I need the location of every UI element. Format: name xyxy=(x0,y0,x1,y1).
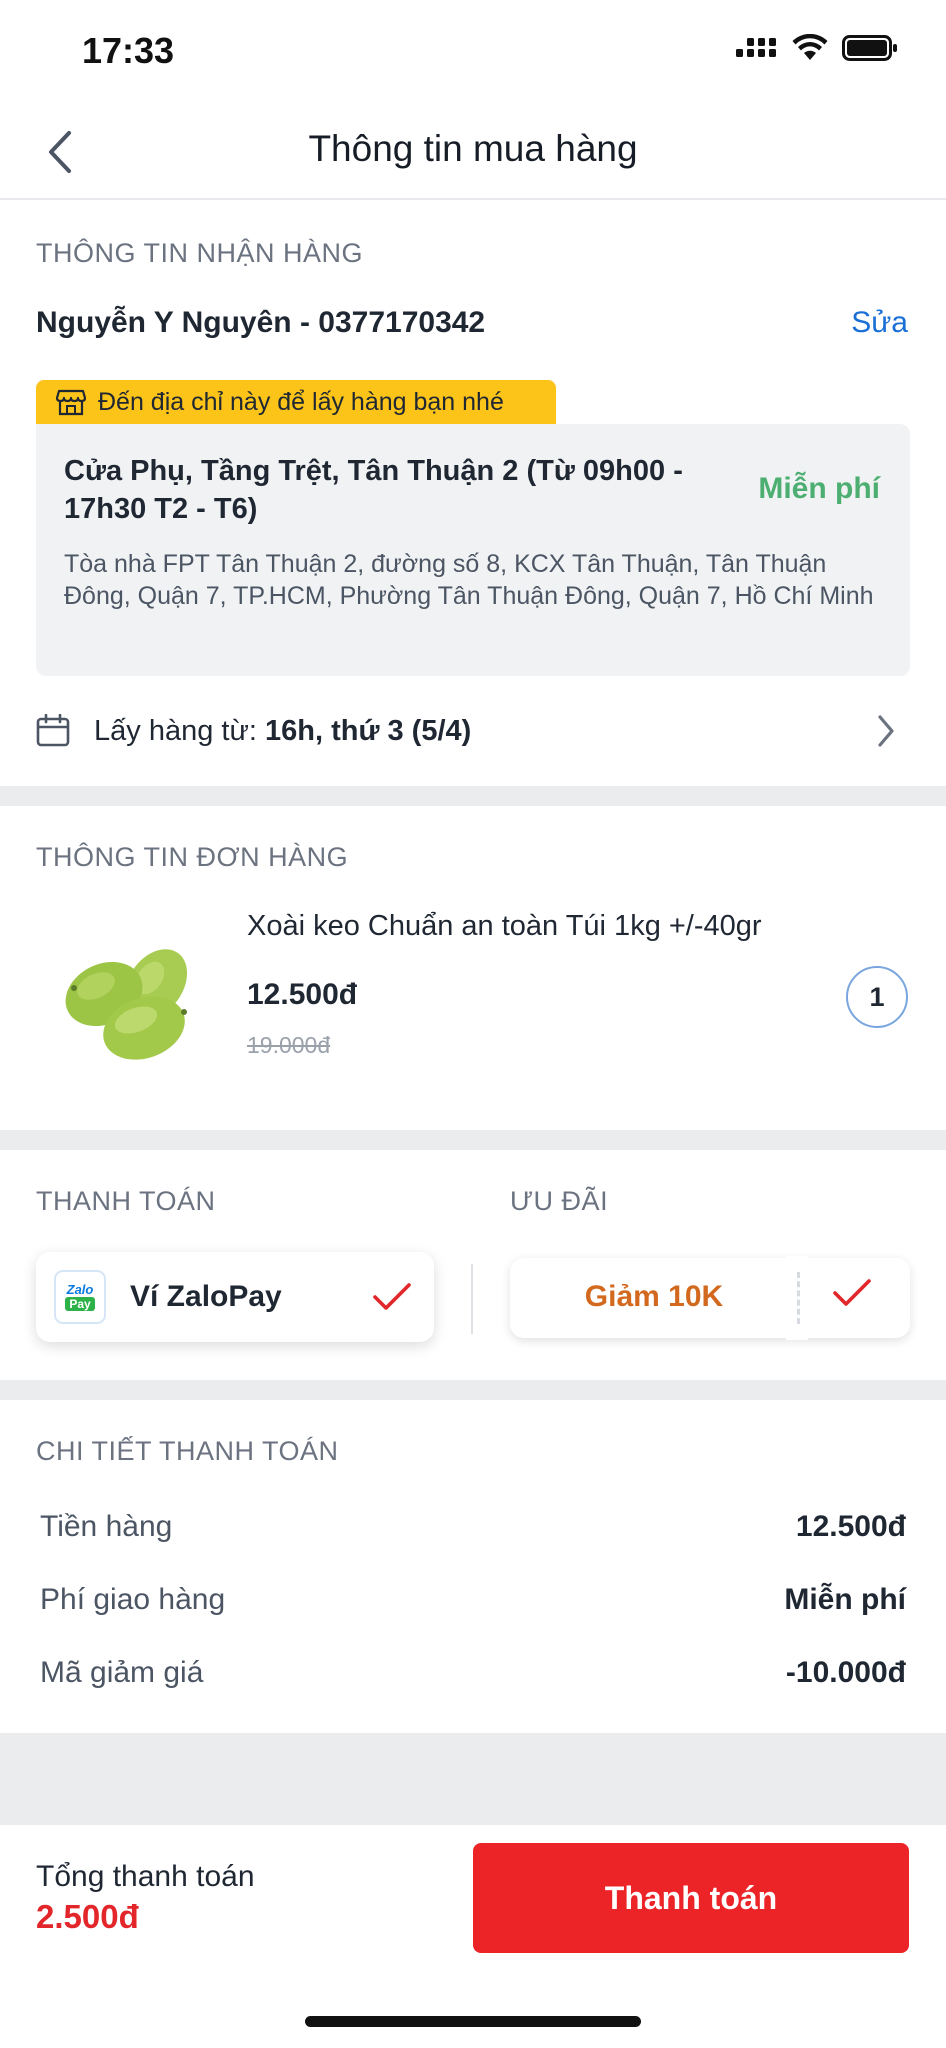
battery-icon xyxy=(842,35,897,61)
home-indicator xyxy=(305,2016,641,2027)
shipping-fee-badge: Miễn phí xyxy=(758,472,880,505)
detail-value: 12.500đ xyxy=(795,1510,906,1543)
payment-method-card[interactable]: Zalo Pay Ví ZaloPay xyxy=(36,1252,434,1342)
edit-button[interactable]: Sửa xyxy=(851,306,908,340)
check-icon xyxy=(833,1279,871,1306)
product-image xyxy=(65,949,188,1060)
detail-row: Tiền hàng 12.500đ xyxy=(40,1510,906,1544)
store-address: Tòa nhà FPT Tân Thuận 2, đường số 8, KCX… xyxy=(64,550,874,610)
section-divider xyxy=(0,786,946,806)
store-name: Cửa Phụ, Tầng Trệt, Tân Thuận 2 (Từ 09h0… xyxy=(64,455,683,525)
quantity-badge[interactable]: 1 xyxy=(846,966,908,1028)
chevron-right-icon xyxy=(878,715,894,747)
pickup-time: 16h, thứ 3 (5/4) xyxy=(264,714,472,747)
receiver-info: Nguyễn Y Nguyên - 0377170342 xyxy=(36,306,486,339)
receiving-section-label: THÔNG TIN NHẬN HÀNG xyxy=(36,238,364,268)
promo-section-label: ƯU ĐÃI xyxy=(510,1186,609,1216)
pickup-time-row[interactable]: Lấy hàng từ: 16h, thứ 3 (5/4) xyxy=(36,706,910,756)
store-icon xyxy=(56,389,86,416)
zalopay-logo-bottom: Pay xyxy=(65,1297,95,1311)
zalopay-logo-top: Zalo xyxy=(66,1282,94,1297)
payment-method-name: Ví ZaloPay xyxy=(130,1280,282,1313)
total-value: 2.500đ xyxy=(36,1898,139,1935)
calendar-icon xyxy=(36,714,70,747)
product-name: Xoài keo Chuẩn an toàn Túi 1kg +/-40gr xyxy=(247,910,762,942)
pickup-time-text: Lấy hàng từ: 16h, thứ 3 (5/4) xyxy=(94,715,471,748)
payment-section-label: THANH TOÁN xyxy=(36,1186,216,1216)
zalopay-logo: Zalo Pay xyxy=(54,1270,106,1324)
detail-row: Phí giao hàng Miễn phí xyxy=(40,1583,906,1617)
check-icon xyxy=(373,1283,411,1310)
page-title: Thông tin mua hàng xyxy=(308,128,638,169)
pickup-label: Lấy hàng từ: xyxy=(94,714,257,747)
promo-label: Giảm 10K xyxy=(584,1280,724,1313)
total-label: Tổng thanh toán xyxy=(36,1860,255,1893)
vertical-separator xyxy=(471,1264,473,1334)
cellular-signal-icon xyxy=(736,38,776,57)
section-divider xyxy=(0,1130,946,1150)
ticket-divider xyxy=(797,1272,800,1324)
detail-key: Mã giảm giá xyxy=(40,1656,204,1689)
product-price: 12.500đ xyxy=(247,978,358,1011)
detail-value: Miễn phí xyxy=(784,1583,906,1616)
product-old-price: 19.000đ xyxy=(247,1032,331,1058)
detail-key: Phí giao hàng xyxy=(40,1583,226,1616)
details-section-label: CHI TIẾT THANH TOÁN xyxy=(36,1436,339,1466)
detail-row: Mã giảm giá -10.000đ xyxy=(40,1656,906,1690)
status-icons xyxy=(736,34,898,62)
wifi-icon xyxy=(792,34,828,60)
pay-button[interactable]: Thanh toán xyxy=(473,1843,909,1953)
bottom-spacer xyxy=(0,1733,946,1825)
section-divider xyxy=(0,1380,946,1400)
status-time: 17:33 xyxy=(82,30,175,71)
detail-key: Tiền hàng xyxy=(40,1510,173,1543)
order-section-label: THÔNG TIN ĐƠN HÀNG xyxy=(36,842,349,872)
banner-text: Đến địa chỉ này để lấy hàng bạn nhé xyxy=(98,387,504,416)
detail-value: -10.000đ xyxy=(785,1656,906,1689)
pickup-banner: Đến địa chỉ này để lấy hàng bạn nhé xyxy=(36,380,556,424)
